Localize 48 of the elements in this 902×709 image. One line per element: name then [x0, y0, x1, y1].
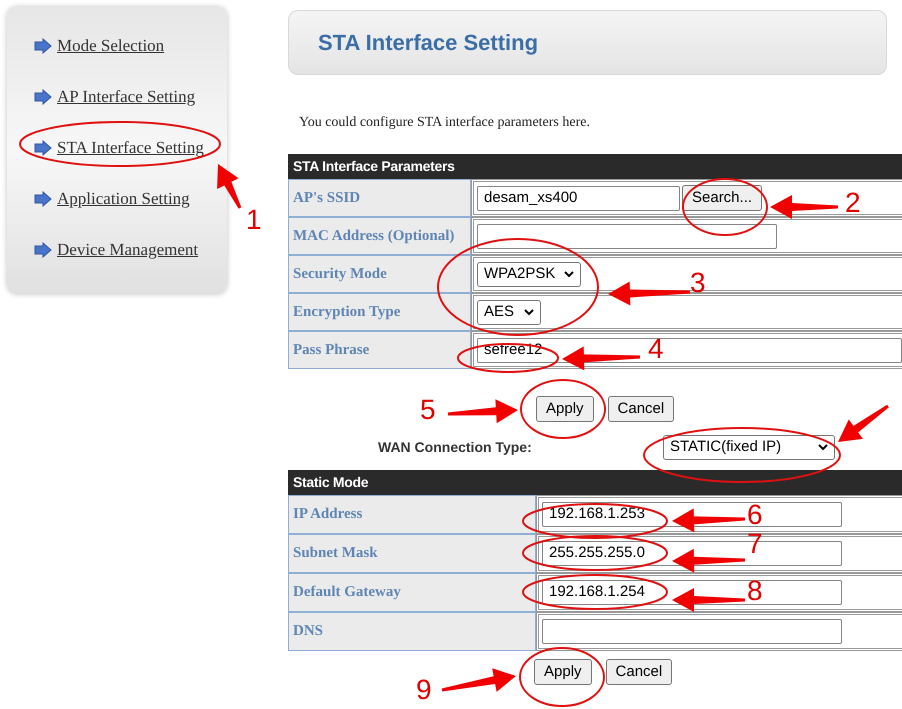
pointer-arrow	[217, 164, 242, 209]
pointer-arrow	[448, 399, 518, 424]
table-header: STA Interface Parameters	[288, 154, 902, 179]
pointer-arrow	[770, 195, 838, 219]
field-label: Pass Phrase	[288, 331, 471, 369]
field-label: Security Mode	[288, 255, 471, 293]
field-label: Subnet Mask	[288, 534, 536, 573]
arrow-bullet-icon	[34, 140, 52, 156]
sidebar-link[interactable]: STA Interface Setting	[57, 135, 204, 161]
form-button[interactable]: Apply	[534, 659, 592, 685]
input-field[interactable]	[542, 619, 842, 644]
input-field[interactable]	[477, 224, 777, 248]
input-field[interactable]: desam_xs400	[477, 186, 680, 210]
dropdown-select[interactable]: STATIC(fixed IP)	[663, 434, 835, 460]
field-label: AP's SSID	[288, 179, 471, 217]
pointer-arrow	[838, 404, 889, 442]
chevron-down-icon	[524, 308, 534, 316]
step-number: 1	[246, 205, 262, 235]
form-button[interactable]: Cancel	[606, 659, 672, 685]
description-text: You could configure STA interface parameters here.	[299, 114, 591, 132]
step-number: 6	[747, 500, 763, 530]
field-label: DNS	[288, 612, 536, 651]
sidebar-link[interactable]: Mode Selection	[57, 33, 164, 59]
step-number: 3	[690, 268, 706, 298]
sidebar-link[interactable]: Device Management	[57, 237, 198, 263]
sidebar-link[interactable]: Application Setting	[57, 186, 190, 212]
arrow-bullet-icon	[34, 191, 52, 207]
form-button[interactable]: Search...	[682, 185, 762, 211]
step-number: 2	[845, 188, 861, 218]
field-label: Encryption Type	[288, 293, 471, 331]
field-label: IP Address	[288, 495, 536, 534]
table-header: Static Mode	[288, 470, 902, 495]
form-button[interactable]: Cancel	[608, 396, 674, 422]
form-button[interactable]: Apply	[536, 396, 594, 422]
arrow-bullet-icon	[34, 242, 52, 258]
wan-label: WAN Connection Type:	[378, 438, 533, 457]
page-title: STA Interface Setting	[318, 29, 538, 57]
field-label: MAC Address (Optional)	[288, 217, 471, 255]
dropdown-select[interactable]: WPA2PSK	[477, 262, 581, 286]
step-number: 5	[420, 395, 436, 425]
chevron-down-icon	[564, 270, 574, 278]
arrow-bullet-icon	[34, 38, 52, 54]
dropdown-select[interactable]: AES	[477, 300, 541, 324]
sidebar-link[interactable]: AP Interface Setting	[57, 84, 196, 110]
step-number: 9	[416, 675, 432, 705]
chevron-down-icon	[818, 444, 828, 450]
arrow-bullet-icon	[34, 89, 52, 105]
field-label: Default Gateway	[288, 573, 536, 612]
